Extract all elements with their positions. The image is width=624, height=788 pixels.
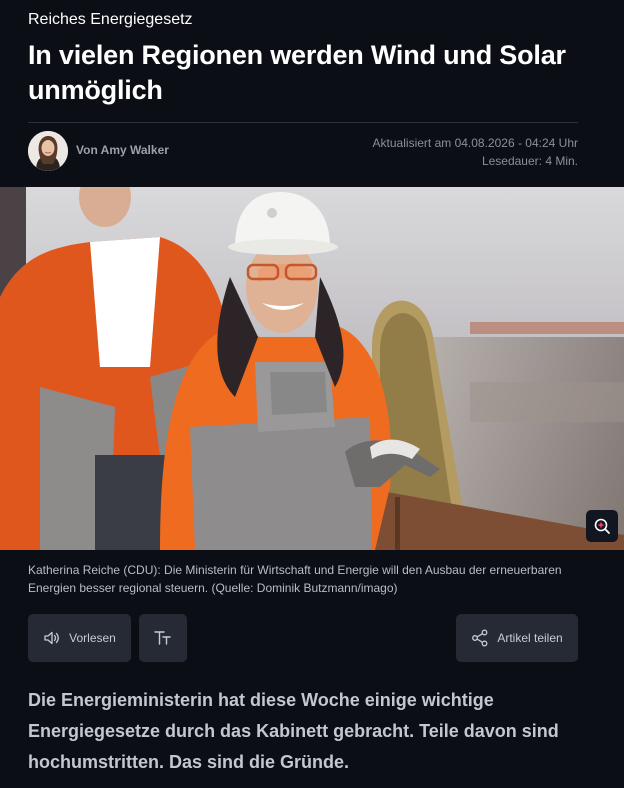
image-caption: Katherina Reiche (CDU): Die Ministerin f… xyxy=(28,563,562,595)
text-size-button[interactable] xyxy=(139,614,187,662)
author-avatar[interactable] xyxy=(28,131,68,171)
read-aloud-button[interactable]: Vorlesen xyxy=(28,614,131,662)
zoom-in-icon xyxy=(593,517,611,535)
share-icon xyxy=(471,629,489,647)
header-divider xyxy=(28,122,578,123)
page-title: In vielen Regionen werden Wind und Solar… xyxy=(28,40,566,105)
updated-timestamp: Aktualisiert am 04.08.2026 - 04:24 Uhr xyxy=(372,136,578,150)
article-meta: Aktualisiert am 04.08.2026 - 04:24 Uhr L… xyxy=(373,134,578,170)
article-lead: Die Energieministerin hat diese Woche ei… xyxy=(28,690,559,772)
share-article-label: Artikel teilen xyxy=(497,631,563,645)
hero-image xyxy=(0,187,624,550)
read-aloud-label: Vorlesen xyxy=(69,631,116,645)
zoom-image-button[interactable] xyxy=(586,510,618,542)
text-size-icon xyxy=(153,629,173,647)
reading-time: Lesedauer: 4 Min. xyxy=(481,154,578,168)
author-name[interactable]: Von Amy Walker xyxy=(76,143,169,157)
share-article-button[interactable]: Artikel teilen xyxy=(456,614,578,662)
kicker: Reiches Energiegesetz xyxy=(28,11,193,28)
speaker-icon xyxy=(43,630,61,646)
